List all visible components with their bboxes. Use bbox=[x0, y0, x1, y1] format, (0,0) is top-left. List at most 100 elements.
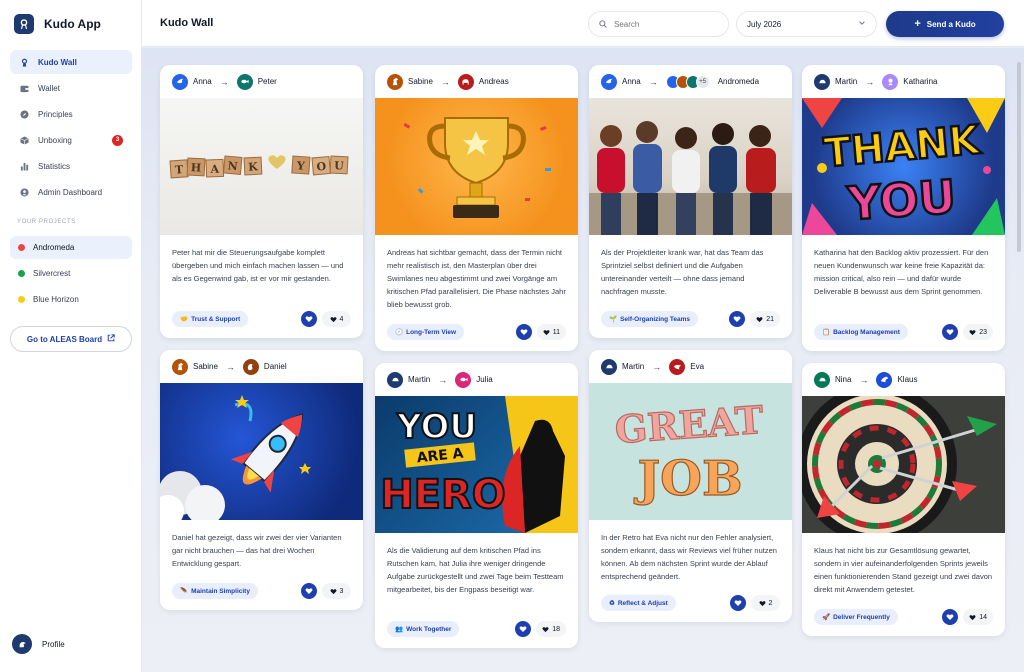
sidebar: Kudo App Kudo Wall Wallet Principles Unb… bbox=[0, 0, 142, 672]
sidebar-item-kudo-wall[interactable]: Kudo Wall bbox=[10, 50, 132, 74]
sender-name: Anna bbox=[622, 77, 641, 86]
heart-icon bbox=[305, 588, 313, 595]
sidebar-item-principles[interactable]: Principles bbox=[10, 102, 132, 126]
projects-section-label: YOUR PROJECTS bbox=[17, 219, 76, 225]
profile-link[interactable]: Profile bbox=[12, 634, 65, 654]
principle-tag[interactable]: 👥 Work Together bbox=[387, 621, 460, 637]
card-header: Nina → Klaus bbox=[802, 363, 1005, 396]
clock-icon: 🕗 bbox=[395, 329, 404, 336]
kudo-card[interactable]: Sabine → Andreas Andreas hat sichtbar ge… bbox=[375, 65, 578, 351]
month-select[interactable]: July 2026 bbox=[736, 11, 877, 37]
heart-icon bbox=[305, 316, 313, 323]
kudo-card[interactable]: Martin → Katharina THANK YOU Katharina h… bbox=[802, 65, 1005, 351]
sender-name: Martin bbox=[408, 375, 431, 384]
like-button[interactable] bbox=[729, 311, 746, 327]
sidebar-item-admin-dashboard[interactable]: Admin Dashboard bbox=[10, 180, 132, 204]
hero-hero-text: HERO bbox=[380, 472, 506, 518]
card-footer: 🪶 Maintain Simplicity 3 bbox=[172, 582, 351, 600]
sidebar-item-unboxing[interactable]: Unboxing 3 bbox=[10, 128, 132, 152]
main-scrollbar[interactable] bbox=[1017, 62, 1021, 252]
project-label: Andromeda bbox=[33, 243, 75, 252]
kudo-message: Katharina hat den Backlog aktiv prozessi… bbox=[814, 248, 989, 296]
kudo-card[interactable]: Nina → Klaus Klaus hat nicht bis zur Ges… bbox=[802, 363, 1005, 636]
kudo-card[interactable]: Martin → Eva GREAT JOB In der Retro hat … bbox=[589, 350, 792, 622]
kudo-card[interactable]: Sabine → Daniel Daniel hat gezeigt, dass… bbox=[160, 350, 363, 610]
chart-icon bbox=[20, 162, 29, 171]
like-button[interactable] bbox=[942, 324, 959, 340]
search-input[interactable] bbox=[614, 19, 714, 29]
heart-icon bbox=[542, 626, 549, 632]
kudo-card[interactable]: Anna → +5 Andromeda Als der Projektleite… bbox=[589, 65, 792, 338]
search-box[interactable] bbox=[588, 11, 729, 37]
block-letter: N bbox=[227, 159, 238, 173]
project-item-silvercrest[interactable]: Silvercrest bbox=[10, 262, 132, 285]
trophy-image bbox=[375, 98, 578, 235]
principle-tag-label: Long-Term View bbox=[406, 328, 457, 336]
like-button[interactable] bbox=[301, 311, 317, 327]
recipient-name: Peter bbox=[257, 77, 277, 86]
sender-name: Nina bbox=[835, 375, 852, 384]
heart-icon bbox=[733, 316, 741, 323]
like-count-value: 14 bbox=[979, 613, 987, 621]
kudo-card[interactable]: Martin → Julia YOU ARE A HERO Als die Va… bbox=[375, 363, 578, 648]
page-title: Kudo Wall bbox=[160, 17, 214, 29]
sender-name: Martin bbox=[835, 77, 858, 86]
kudo-wall-main: Anna → Peter T H A N K Y O U Peter hat m… bbox=[142, 48, 1024, 672]
like-count-value: 4 bbox=[339, 315, 344, 323]
horse-icon bbox=[172, 358, 188, 375]
plus-icon: + bbox=[914, 18, 921, 30]
heart-icon bbox=[756, 316, 763, 322]
kudo-card[interactable]: Anna → Peter T H A N K Y O U Peter hat m… bbox=[160, 65, 363, 338]
like-button[interactable] bbox=[515, 621, 532, 637]
like-button[interactable] bbox=[301, 583, 317, 599]
dove-icon bbox=[172, 73, 188, 90]
brand[interactable]: Kudo App bbox=[14, 14, 101, 34]
project-label: Silvercrest bbox=[33, 269, 71, 278]
principle-tag[interactable]: 🪶 Maintain Simplicity bbox=[172, 583, 258, 599]
rocket-icon: 🚀 bbox=[822, 614, 831, 621]
project-item-blue-horizon[interactable]: Blue Horizon bbox=[10, 288, 132, 311]
like-count-value: 3 bbox=[339, 587, 344, 595]
like-button[interactable] bbox=[515, 324, 532, 340]
principle-tag[interactable]: 🤝 Trust & Support bbox=[172, 311, 249, 327]
principle-tag[interactable]: 🌱 Self-Organizing Teams bbox=[601, 311, 699, 327]
sidebar-item-label: Unboxing bbox=[38, 135, 72, 145]
principle-tag-label: Self-Organizing Teams bbox=[620, 315, 691, 323]
send-kudo-button[interactable]: + Send a Kudo bbox=[886, 11, 1004, 37]
card-footer: ♻ Reflect & Adjust 2 bbox=[601, 594, 780, 612]
like-button[interactable] bbox=[942, 609, 959, 625]
elephant-icon bbox=[457, 73, 474, 90]
sidebar-item-label: Principles bbox=[38, 109, 73, 119]
principle-tag[interactable]: ♻ Reflect & Adjust bbox=[601, 595, 676, 611]
turtle-icon bbox=[814, 73, 830, 90]
project-item-andromeda[interactable]: Andromeda bbox=[10, 236, 132, 259]
kudo-message: Peter hat mir die Steuerungsaufgabe komp… bbox=[172, 248, 344, 283]
sidebar-item-label: Statistics bbox=[38, 161, 71, 171]
more-members-count: +5 bbox=[695, 74, 710, 89]
sidebar-item-statistics[interactable]: Statistics bbox=[10, 154, 132, 178]
project-color-dot bbox=[18, 296, 25, 303]
like-count: 2 bbox=[751, 595, 780, 611]
bird-icon bbox=[669, 358, 686, 375]
external-link-icon bbox=[107, 334, 115, 344]
like-count-value: 2 bbox=[768, 599, 773, 607]
principle-tag-label: Deliver Frequently bbox=[833, 613, 890, 621]
like-button[interactable] bbox=[730, 595, 746, 611]
project-label: Blue Horizon bbox=[33, 295, 79, 304]
block-letter: H bbox=[190, 161, 201, 175]
principle-tag[interactable]: 🚀 Deliver Frequently bbox=[814, 609, 898, 625]
recipient-name: Eva bbox=[690, 362, 705, 371]
heart-icon bbox=[543, 329, 550, 335]
principle-tag[interactable]: 🕗 Long-Term View bbox=[387, 324, 465, 340]
principle-tag[interactable]: 📋 Backlog Management bbox=[814, 324, 908, 340]
sidebar-item-label: Admin Dashboard bbox=[38, 187, 103, 197]
heart-icon bbox=[946, 329, 954, 336]
sidebar-item-wallet[interactable]: Wallet bbox=[10, 76, 132, 100]
month-select-value: July 2026 bbox=[747, 19, 782, 29]
dartboard-image bbox=[802, 396, 1005, 533]
principle-tag-label: Backlog Management bbox=[833, 328, 900, 336]
recipient-name: Katharina bbox=[903, 77, 938, 86]
sidebar-item-label: Wallet bbox=[38, 83, 60, 93]
go-to-aleas-board-button[interactable]: Go to ALEAS Board bbox=[10, 326, 132, 352]
box-icon bbox=[20, 135, 29, 145]
